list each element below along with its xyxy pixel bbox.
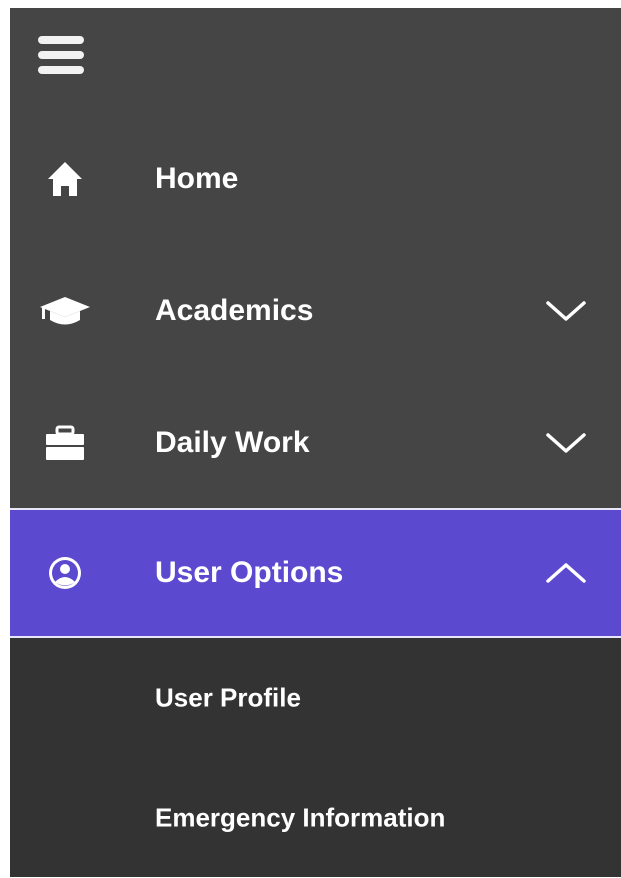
nav-item-label: User Options — [155, 556, 344, 589]
nav-item-academics[interactable]: Academics — [10, 246, 621, 376]
submenu-item-label: Emergency Information — [155, 802, 446, 833]
chevron-down-icon[interactable] — [545, 299, 587, 323]
user-circle-icon — [49, 557, 81, 589]
submenu-item-label: User Profile — [155, 682, 301, 713]
nav-item-label: Daily Work — [155, 426, 310, 459]
submenu-item-emergency-information[interactable]: Emergency Information — [10, 758, 621, 878]
user-options-submenu: User Profile Emergency Information — [10, 638, 621, 877]
sidebar: Home Academics Daily Work User Options U… — [10, 8, 621, 877]
hamburger-icon[interactable] — [38, 36, 84, 74]
briefcase-icon — [46, 425, 84, 460]
graduation-cap-icon — [40, 297, 90, 325]
nav-item-label: Academics — [155, 294, 314, 327]
nav-item-label: Home — [155, 162, 239, 195]
submenu-item-user-profile[interactable]: User Profile — [10, 638, 621, 758]
nav-item-daily-work[interactable]: Daily Work — [10, 378, 621, 508]
chevron-up-icon[interactable] — [545, 561, 587, 585]
nav-item-user-options[interactable]: User Options — [10, 508, 621, 638]
chevron-down-icon[interactable] — [545, 431, 587, 455]
home-icon — [48, 162, 82, 196]
nav-item-home[interactable]: Home — [10, 114, 621, 244]
menu-toggle-button[interactable] — [10, 8, 621, 108]
